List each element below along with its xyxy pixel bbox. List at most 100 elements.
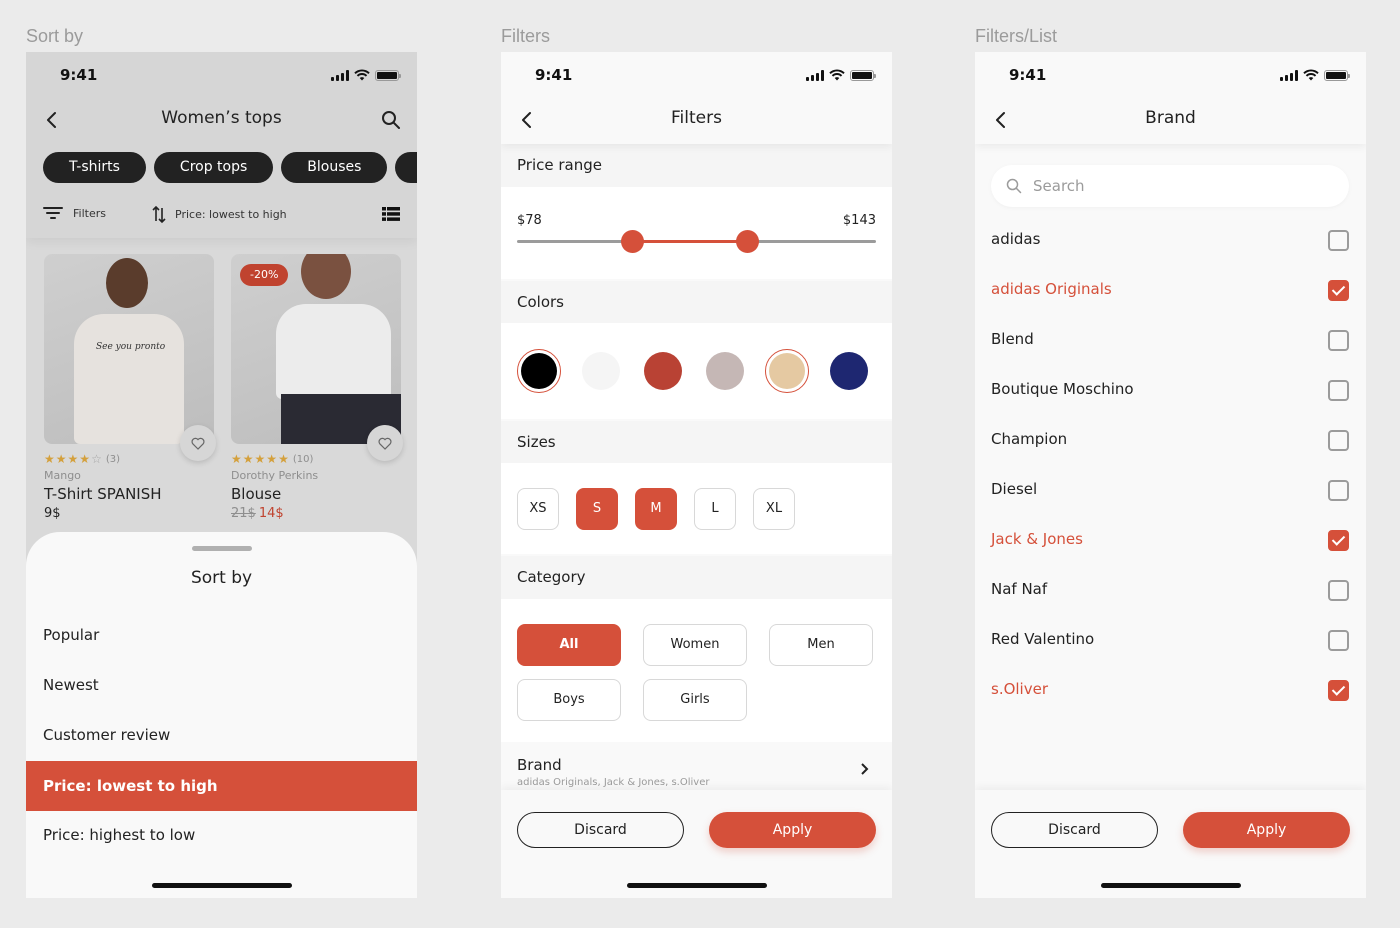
- price-slider-min-thumb[interactable]: [620, 230, 644, 253]
- size-option-xs[interactable]: XS: [517, 488, 559, 530]
- product-price-row: 21$ 14$: [231, 506, 401, 521]
- chevron-right-icon: [861, 763, 869, 775]
- apply-button[interactable]: Apply: [709, 812, 876, 848]
- filters-button[interactable]: Filters: [43, 206, 106, 220]
- star-filled-icon: ★: [254, 452, 266, 466]
- favorite-button[interactable]: [367, 425, 403, 461]
- brand-list-item[interactable]: Blend: [975, 315, 1366, 365]
- product-card[interactable]: See you pronto ★ ★ ★ ★ ☆ (3) Mango T-Shirt SP…: [44, 254, 216, 521]
- product-image: -20%: [231, 254, 401, 444]
- sheet-grabber[interactable]: [191, 546, 252, 551]
- search-icon[interactable]: [379, 108, 403, 132]
- brand-name: Red Valentino: [991, 630, 1095, 648]
- star-empty-icon: ☆: [91, 452, 102, 466]
- checkbox-unchecked[interactable]: [1328, 580, 1349, 601]
- section-header-sizes: Sizes: [501, 421, 892, 463]
- color-swatch-red[interactable]: [641, 349, 685, 393]
- wifi-icon: [354, 69, 370, 81]
- sort-option-price-low-high[interactable]: Price: lowest to high: [26, 761, 417, 811]
- size-option-m[interactable]: M: [635, 488, 677, 530]
- frame-label-sort: Sort by: [26, 26, 84, 46]
- home-indicator: [151, 883, 292, 888]
- product-card[interactable]: -20% ★ ★ ★ ★ ★ (10) Dorothy Perkins Blouse 21…: [231, 254, 403, 521]
- brand-list-item[interactable]: Red Valentino: [975, 615, 1366, 665]
- home-indicator: [626, 883, 767, 888]
- size-option-l[interactable]: L: [694, 488, 736, 530]
- checkbox-unchecked[interactable]: [1328, 330, 1349, 351]
- sort-option-price-high-low[interactable]: Price: highest to low: [26, 810, 417, 860]
- size-option-s[interactable]: S: [576, 488, 618, 530]
- checkbox-unchecked[interactable]: [1328, 230, 1349, 251]
- section-header-category: Category: [501, 556, 892, 599]
- checkbox-unchecked[interactable]: [1328, 630, 1349, 651]
- apply-button[interactable]: Apply: [1183, 812, 1350, 848]
- brand-name: s.Oliver: [991, 680, 1048, 698]
- battery-icon: [375, 69, 401, 81]
- price-range-section: $78 $143: [501, 187, 892, 279]
- brand-list-item[interactable]: adidas: [975, 215, 1366, 265]
- list-view-icon[interactable]: [382, 206, 400, 222]
- checkbox-checked[interactable]: [1328, 680, 1349, 701]
- color-swatch-navy[interactable]: [827, 349, 871, 393]
- checkbox-unchecked[interactable]: [1328, 480, 1349, 501]
- section-header-price: Price range: [501, 144, 892, 187]
- chip-crop-tops[interactable]: Crop tops: [153, 152, 274, 183]
- battery-icon: [850, 69, 876, 81]
- brand-list-item[interactable]: Diesel: [975, 465, 1366, 515]
- brand-name: Boutique Moschino: [991, 380, 1134, 398]
- frame-label-filters-list: Filters/List: [975, 26, 1058, 46]
- category-option-all[interactable]: All: [517, 624, 621, 666]
- sort-option-newest[interactable]: Newest: [26, 660, 417, 710]
- discard-button[interactable]: Discard: [991, 812, 1158, 848]
- category-option-girls[interactable]: Girls: [643, 679, 747, 721]
- filters-footer: Discard Apply: [501, 790, 892, 898]
- color-swatch-white[interactable]: [579, 349, 623, 393]
- signal-icon: [331, 69, 349, 81]
- brand-row[interactable]: Brand adidas Originals, Jack & Jones, s.…: [501, 744, 892, 794]
- discard-button[interactable]: Discard: [517, 812, 684, 848]
- brand-name: Blend: [991, 330, 1034, 348]
- price-slider-track[interactable]: [517, 230, 876, 253]
- filters-screen: 9:41 Filters Price range $78 $143 Colors…: [501, 52, 892, 898]
- search-icon: [1006, 178, 1022, 194]
- star-filled-icon: ★: [55, 452, 67, 466]
- wifi-icon: [829, 69, 845, 81]
- checkbox-unchecked[interactable]: [1328, 430, 1349, 451]
- color-swatch-beige[interactable]: [765, 349, 809, 393]
- navbar: Filters: [501, 96, 892, 144]
- checkbox-unchecked[interactable]: [1328, 380, 1349, 401]
- brand-list-item[interactable]: Boutique Moschino: [975, 365, 1366, 415]
- status-bar: 9:41: [975, 52, 1366, 96]
- brand-list-item[interactable]: Jack & Jones: [975, 515, 1366, 565]
- color-swatch-taupe[interactable]: [703, 349, 747, 393]
- page-title: Brand: [1145, 108, 1196, 128]
- category-option-men[interactable]: Men: [769, 624, 873, 666]
- price-max-label: $143: [842, 213, 876, 228]
- sort-option-customer-review[interactable]: Customer review: [26, 710, 417, 760]
- favorite-button[interactable]: [180, 425, 216, 461]
- star-filled-icon: ★: [266, 452, 278, 466]
- color-swatch-black[interactable]: [517, 349, 561, 393]
- category-option-boys[interactable]: Boys: [517, 679, 621, 721]
- brand-list-item[interactable]: Champion: [975, 415, 1366, 465]
- chip-shirts[interactable]: Shirts: [395, 152, 417, 183]
- brand-list-item[interactable]: s.Oliver: [975, 665, 1366, 715]
- sort-button[interactable]: Price: lowest to high: [151, 204, 287, 224]
- size-option-xl[interactable]: XL: [753, 488, 795, 530]
- chip-blouses[interactable]: Blouses: [281, 152, 388, 183]
- wifi-icon: [1303, 69, 1319, 81]
- navbar: Women’s tops: [26, 96, 417, 144]
- brand-list-item[interactable]: adidas Originals: [975, 265, 1366, 315]
- brand-name: Naf Naf: [991, 580, 1048, 598]
- brand-list-item[interactable]: Naf Naf: [975, 565, 1366, 615]
- brand-search-input[interactable]: [1033, 165, 1313, 207]
- price-slider-max-thumb[interactable]: [735, 230, 759, 253]
- product-price: 9$: [44, 506, 61, 521]
- category-options: All Women Men Boys Girls: [517, 624, 873, 721]
- sort-option-popular[interactable]: Popular: [26, 610, 417, 660]
- category-option-women[interactable]: Women: [643, 624, 747, 666]
- checkbox-checked[interactable]: [1328, 530, 1349, 551]
- chip-tshirts[interactable]: T-shirts: [43, 152, 146, 183]
- brand-name: Jack & Jones: [991, 530, 1083, 548]
- checkbox-checked[interactable]: [1328, 280, 1349, 301]
